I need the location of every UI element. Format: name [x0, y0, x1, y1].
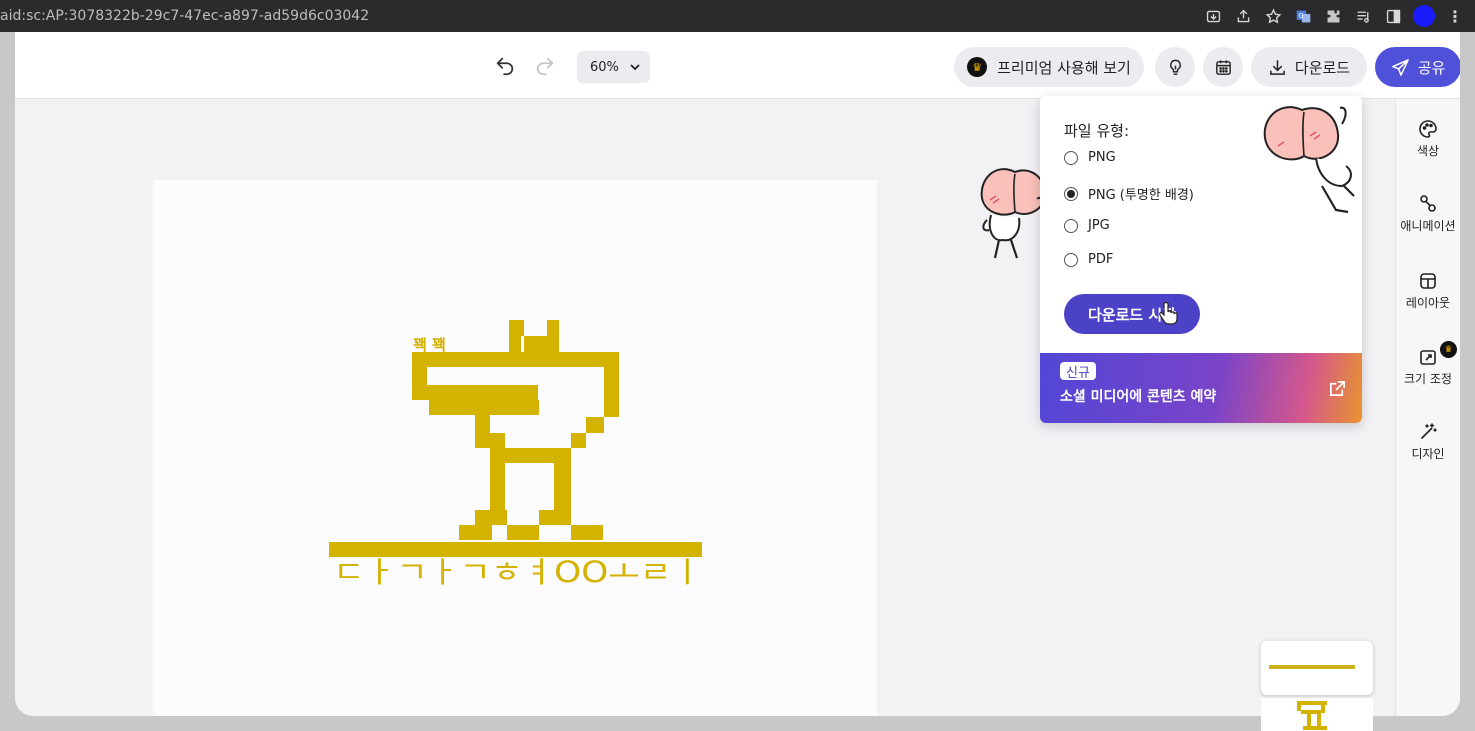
file-type-heading: 파일 유형: [1064, 122, 1130, 140]
sidebar-label-resize: 크기 조정 [1404, 372, 1452, 386]
zoom-value: 60% [590, 59, 619, 75]
svg-text:G: G [1298, 12, 1303, 20]
browser-menu-icon[interactable]: ⋮ [1445, 6, 1465, 26]
sidebar-item-animation[interactable]: 애니메이션 [1388, 194, 1460, 234]
address-bar-url[interactable]: aid:sc:AP:3078322b-29c7-47ec-a897-ad59d6… [0, 8, 369, 24]
chevron-down-icon [630, 64, 640, 71]
side-panel-icon[interactable] [1383, 6, 1403, 26]
ideas-button[interactable] [1155, 47, 1195, 87]
try-premium-label: 프리미엄 사용해 보기 [997, 58, 1131, 77]
media-control-icon[interactable] [1353, 6, 1373, 26]
radio-pdf[interactable] [1064, 252, 1078, 267]
file-type-option-png-transparent[interactable]: PNG (투명한 배경) [1064, 184, 1194, 203]
bookmark-star-icon[interactable] [1263, 6, 1283, 26]
share-page-icon[interactable] [1233, 6, 1253, 26]
install-app-icon[interactable] [1203, 6, 1223, 26]
thumbnail-logo-mini [1297, 701, 1327, 730]
schedule-button[interactable] [1203, 47, 1243, 87]
premium-crown-icon: ♛ [1440, 341, 1457, 358]
pixel-logo-artwork: 꽥 꽥 ㄷㅏㄱㅏㄱㅎㅕOOㅗㄹㅣ [329, 320, 703, 589]
file-type-option-pdf[interactable]: PDF [1064, 252, 1113, 267]
sidebar-label-animation: 애니메이션 [1400, 219, 1456, 233]
share-button[interactable]: 공유 [1375, 47, 1460, 87]
layout-icon [1420, 273, 1436, 289]
external-link-icon [1329, 380, 1346, 397]
editor-topbar: 60% ♛ 프리미엄 사용해 보기 다운로드 공유 [15, 32, 1460, 99]
peach-character-sticker-right [1263, 106, 1355, 214]
sidebar-label-design: 디자인 [1411, 447, 1445, 461]
page-thumbnail[interactable] [1261, 641, 1373, 695]
sidebar-label-colors: 색상 [1416, 144, 1440, 158]
send-icon [1391, 58, 1409, 76]
download-label: 다운로드 [1294, 58, 1351, 77]
share-label: 공유 [1417, 58, 1446, 77]
option-label-jpg: JPG [1088, 218, 1110, 233]
extensions-puzzle-icon[interactable] [1323, 6, 1343, 26]
option-label-png-transparent: PNG (투명한 배경) [1088, 188, 1194, 203]
calendar-icon [1215, 59, 1231, 75]
lightbulb-icon [1169, 59, 1181, 75]
animation-icon [1420, 195, 1436, 212]
option-label-png: PNG [1088, 150, 1116, 165]
browser-toolbar-icons: G ⋮ [1203, 0, 1465, 32]
page-thumbnail-2[interactable] [1261, 698, 1373, 731]
file-type-option-png[interactable]: PNG [1064, 150, 1116, 165]
palette-icon [1419, 120, 1437, 138]
redo-button[interactable] [531, 52, 559, 80]
magic-wand-icon [1421, 423, 1437, 439]
start-download-button[interactable]: 다운로드 시작 [1064, 294, 1200, 334]
download-dropdown: 파일 유형: PNG PNG (투명한 배경) JPG PDF 다운로드 시작 … [1040, 96, 1362, 423]
radio-jpg[interactable] [1064, 218, 1078, 233]
design-canvas[interactable]: 꽥 꽥 ㄷㅏㄱㅏㄱㅎㅕOOㅗㄹㅣ [153, 180, 877, 716]
browser-chrome: aid:sc:AP:3078322b-29c7-47ec-a897-ad59d6… [0, 0, 1475, 32]
try-premium-button[interactable]: ♛ 프리미엄 사용해 보기 [954, 47, 1144, 87]
file-type-option-jpg[interactable]: JPG [1064, 218, 1110, 233]
sidebar-item-design[interactable]: 디자인 [1388, 422, 1460, 462]
canvas-bottom-text: ㄷㅏㄱㅏㄱㅎㅕOOㅗㄹㅣ [333, 555, 703, 589]
new-badge: 신규 [1060, 362, 1096, 381]
redo-icon [536, 57, 554, 76]
resize-icon [1420, 350, 1436, 365]
download-button[interactable]: 다운로드 [1251, 47, 1367, 87]
canvas-small-text: 꽥 꽥 [413, 336, 446, 354]
crown-icon: ♛ [967, 57, 988, 77]
right-tools-panel: 색상 애니메이션 레이아웃 ♛ 크기 조정 디자인 [1395, 99, 1460, 716]
zoom-select[interactable]: 60% [577, 51, 650, 83]
download-icon [1269, 59, 1285, 75]
sidebar-item-layout[interactable]: 레이아웃 [1388, 271, 1460, 311]
profile-avatar[interactable] [1413, 5, 1435, 27]
thumbnail-line [1269, 665, 1355, 669]
radio-png[interactable] [1064, 150, 1078, 165]
undo-icon [496, 57, 514, 76]
promo-text: 소셜 미디어에 콘텐츠 예약 [1060, 389, 1217, 405]
radio-png-transparent[interactable] [1064, 186, 1078, 201]
schedule-promo-banner[interactable]: 신규 소셜 미디어에 콘텐츠 예약 [1040, 353, 1362, 423]
translate-extension-icon[interactable]: G [1293, 6, 1313, 26]
undo-button[interactable] [491, 52, 519, 80]
option-label-pdf: PDF [1088, 252, 1114, 267]
sidebar-item-resize[interactable]: ♛ 크기 조정 [1388, 341, 1460, 387]
sidebar-item-colors[interactable]: 색상 [1388, 119, 1460, 159]
sidebar-label-layout: 레이아웃 [1405, 296, 1451, 310]
hand-cursor-icon [1159, 302, 1178, 325]
